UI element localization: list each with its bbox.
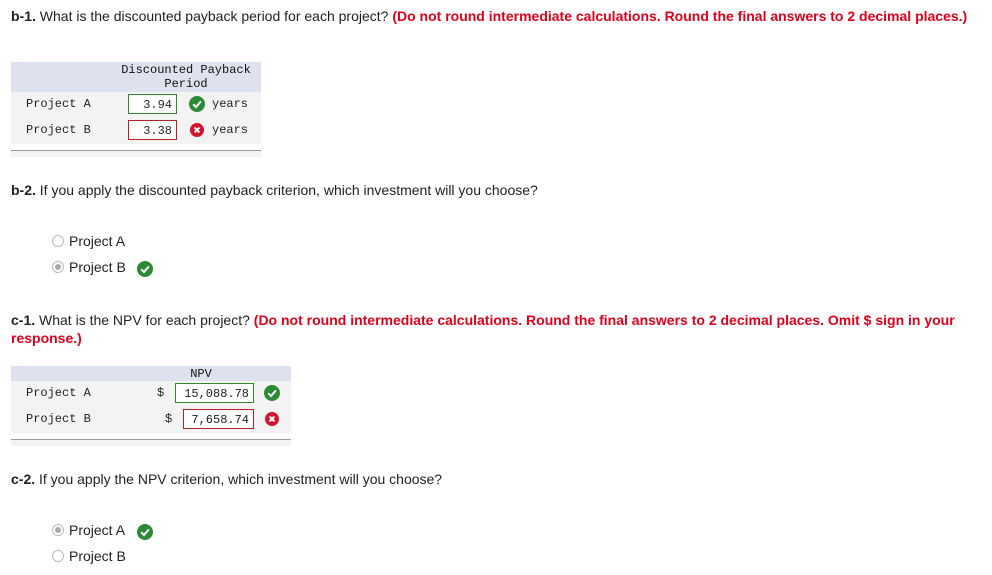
question-number: b-2. [11, 182, 36, 198]
currency-symbol: $ [157, 386, 165, 400]
table-header: NPV [11, 366, 291, 381]
question-text: If you apply the discounted payback crit… [35, 182, 538, 198]
npv-input-project-b[interactable]: 7,658.74 [183, 409, 254, 429]
x-circle-icon [265, 412, 279, 426]
currency-symbol: $ [165, 412, 173, 426]
radio-button-selected[interactable] [52, 261, 64, 273]
question-text: What is the NPV for each project? [35, 312, 254, 328]
table-row: Project A $ 15,088.78 [11, 381, 291, 407]
npv-table: NPV Project A $ 15,088.78 Project B $ 7,… [11, 366, 291, 448]
radio-button[interactable] [52, 550, 64, 562]
table-row: Project B $ 7,658.74 [11, 407, 291, 433]
table-row: Project B 3.38 years [11, 118, 261, 144]
option-label: Project B [69, 259, 126, 275]
column-header-line1: Discounted Payback [121, 63, 251, 77]
column-header: NPV [190, 367, 212, 381]
radio-button-selected[interactable] [52, 524, 64, 536]
payback-table: Discounted Payback Period Project A 3.94… [11, 62, 261, 158]
question-text: If you apply the NPV criterion, which in… [35, 471, 443, 487]
column-header-line2: Period [164, 77, 208, 91]
check-circle-icon [264, 385, 280, 401]
x-circle-icon [190, 123, 204, 137]
check-circle-icon [189, 96, 205, 112]
units-label: years [212, 97, 249, 111]
question-text: What is the discounted payback period fo… [35, 8, 393, 24]
table-footer [11, 439, 291, 446]
option-label: Project A [69, 233, 126, 249]
table-header: Discounted Payback Period [11, 62, 261, 93]
question-c1: c-1. What is the NPV for each project? (… [11, 311, 971, 347]
question-b1: b-1. What is the discounted payback peri… [11, 7, 971, 25]
question-number: c-2. [11, 471, 36, 487]
check-circle-icon [137, 261, 153, 277]
npv-input-project-a[interactable]: 15,088.78 [175, 383, 254, 403]
question-c2: c-2. If you apply the NPV criterion, whi… [11, 470, 971, 488]
payback-input-project-a[interactable]: 3.94 [128, 94, 177, 114]
check-circle-icon [137, 524, 153, 540]
units-label: years [212, 123, 249, 137]
question-number: b-1. [11, 8, 36, 24]
table-footer [11, 150, 261, 157]
row-label: Project B [26, 123, 91, 137]
row-label: Project B [26, 412, 91, 426]
radio-button[interactable] [52, 235, 64, 247]
payback-input-project-b[interactable]: 3.38 [128, 120, 177, 140]
question-b2: b-2. If you apply the discounted payback… [11, 181, 971, 199]
option-label: Project B [69, 548, 126, 564]
question-number: c-1. [11, 312, 36, 328]
table-row: Project A 3.94 years [11, 92, 261, 118]
row-label: Project A [26, 386, 91, 400]
row-label: Project A [26, 97, 91, 111]
option-label: Project A [69, 522, 126, 538]
question-instruction: (Do not round intermediate calculations.… [392, 8, 968, 24]
